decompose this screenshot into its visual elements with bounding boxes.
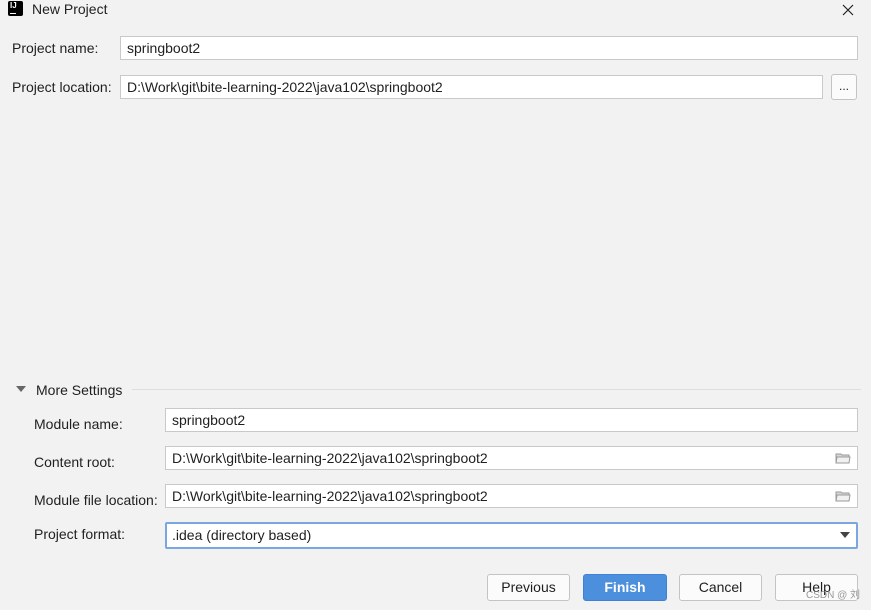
- project-location-label: Project location:: [12, 79, 112, 95]
- module-file-location-value: D:\Work\git\bite-learning-2022\java102\s…: [172, 488, 488, 504]
- cancel-button[interactable]: Cancel: [679, 574, 762, 601]
- title-bar: New Project: [0, 0, 871, 24]
- close-button[interactable]: [836, 0, 860, 21]
- content-root-label: Content root:: [34, 454, 115, 470]
- project-location-input[interactable]: D:\Work\git\bite-learning-2022\java102\s…: [120, 75, 823, 99]
- browse-location-button[interactable]: ...: [831, 74, 857, 100]
- folder-icon[interactable]: [835, 452, 851, 464]
- more-settings-toggle[interactable]: More Settings: [36, 381, 122, 399]
- project-format-value: .idea (directory based): [172, 527, 312, 543]
- module-file-location-input[interactable]: D:\Work\git\bite-learning-2022\java102\s…: [165, 484, 858, 508]
- content-root-input[interactable]: D:\Work\git\bite-learning-2022\java102\s…: [165, 446, 858, 470]
- content-root-value: D:\Work\git\bite-learning-2022\java102\s…: [172, 450, 488, 466]
- intellij-idea-icon: [8, 1, 23, 16]
- close-icon: [842, 4, 854, 16]
- window-title: New Project: [32, 1, 108, 17]
- folder-icon[interactable]: [835, 490, 851, 502]
- module-name-input[interactable]: springboot2: [165, 408, 858, 432]
- section-divider: [132, 389, 861, 390]
- project-format-label: Project format:: [34, 526, 126, 542]
- project-format-select[interactable]: .idea (directory based): [165, 522, 858, 549]
- triangle-down-icon[interactable]: [16, 384, 26, 394]
- module-name-label: Module name:: [34, 416, 123, 432]
- project-name-label: Project name:: [12, 40, 99, 56]
- new-project-dialog: New Project Project name: springboot2 Pr…: [0, 0, 871, 610]
- chevron-down-icon: [840, 532, 850, 538]
- module-file-location-label: Module file location:: [34, 492, 158, 508]
- project-name-input[interactable]: springboot2: [120, 36, 858, 60]
- watermark: CSDN @ 刘: [806, 590, 861, 601]
- finish-button[interactable]: Finish: [583, 574, 667, 601]
- more-settings-header: More Settings: [0, 380, 871, 400]
- previous-button[interactable]: Previous: [487, 574, 570, 601]
